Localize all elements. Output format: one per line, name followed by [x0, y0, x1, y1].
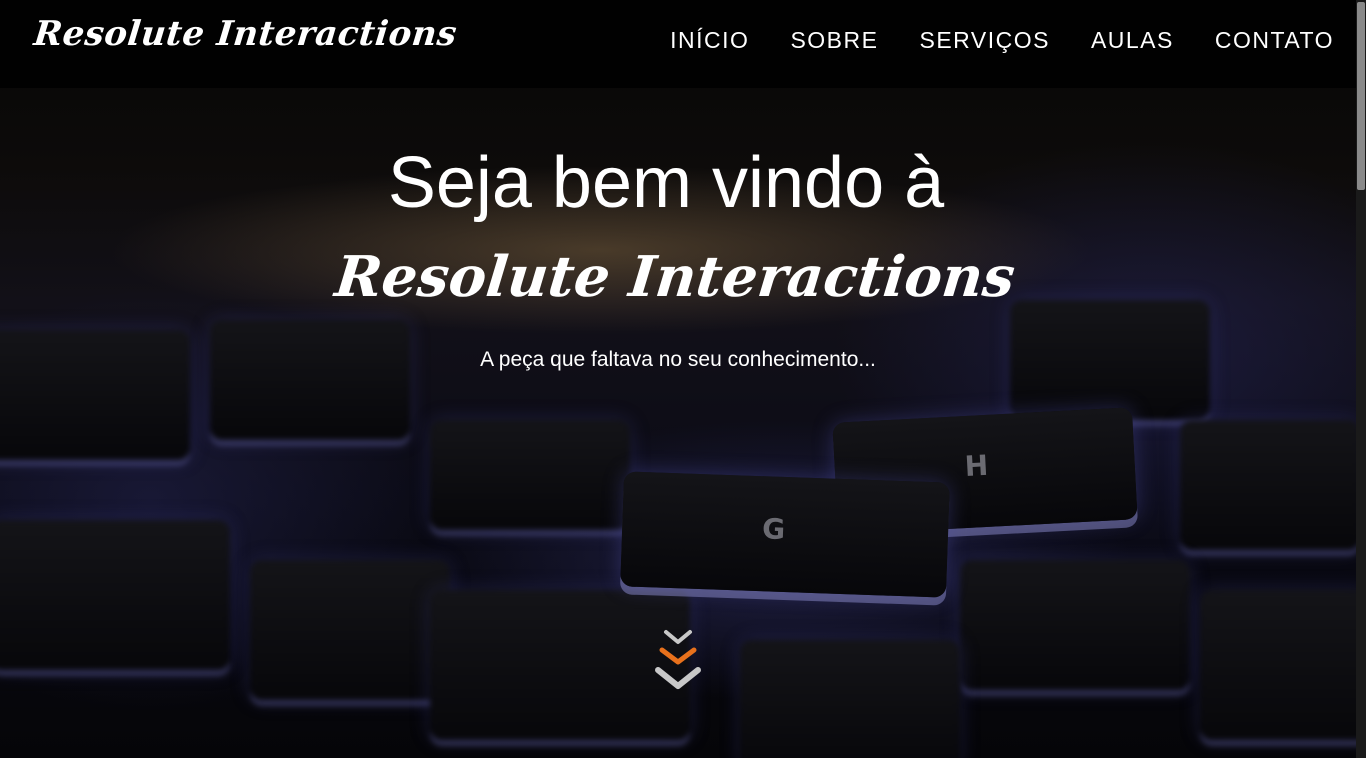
nav-item-contato[interactable]: CONTATO: [1215, 26, 1334, 54]
keyboard-key: [1180, 420, 1360, 550]
hero-tagline: A peça que faltava no seu conhecimento..…: [480, 348, 876, 371]
hero-headline: Seja bem vindo à: [387, 143, 945, 223]
nav-item-sobre[interactable]: SOBRE: [790, 26, 878, 54]
keyboard-key: [0, 520, 230, 670]
main-nav: INÍCIO SOBRE SERVIÇOS AULAS CONTATO: [629, 26, 1334, 54]
chevrons-down-icon[interactable]: [650, 624, 706, 700]
chevron-down-icon: [664, 630, 692, 644]
keyboard-key: [960, 560, 1190, 690]
keyboard-key: [430, 420, 630, 530]
keyboard-key: [1200, 590, 1366, 740]
hero-brand-title: Resolute Interactions: [332, 244, 1018, 310]
keyboard-key: [210, 320, 410, 440]
nav-item-inicio[interactable]: INÍCIO: [670, 26, 749, 54]
brand-logo[interactable]: Resolute Interactions: [32, 14, 459, 54]
chevron-down-icon: [655, 667, 701, 689]
key-letter: H: [963, 448, 990, 484]
nav-item-servicos[interactable]: SERVIÇOS: [919, 26, 1049, 54]
keyboard-key-g: G: [620, 471, 950, 598]
scrollbar-thumb[interactable]: [1357, 2, 1365, 190]
nav-item-aulas[interactable]: AULAS: [1091, 26, 1174, 54]
page-scrollbar[interactable]: [1356, 0, 1366, 758]
keyboard-key: [740, 640, 960, 758]
keyboard-key: [250, 560, 450, 700]
chevron-down-icon: [659, 647, 697, 665]
navbar: Resolute Interactions INÍCIO SOBRE SERVI…: [0, 0, 1356, 88]
key-letter: G: [761, 512, 786, 546]
